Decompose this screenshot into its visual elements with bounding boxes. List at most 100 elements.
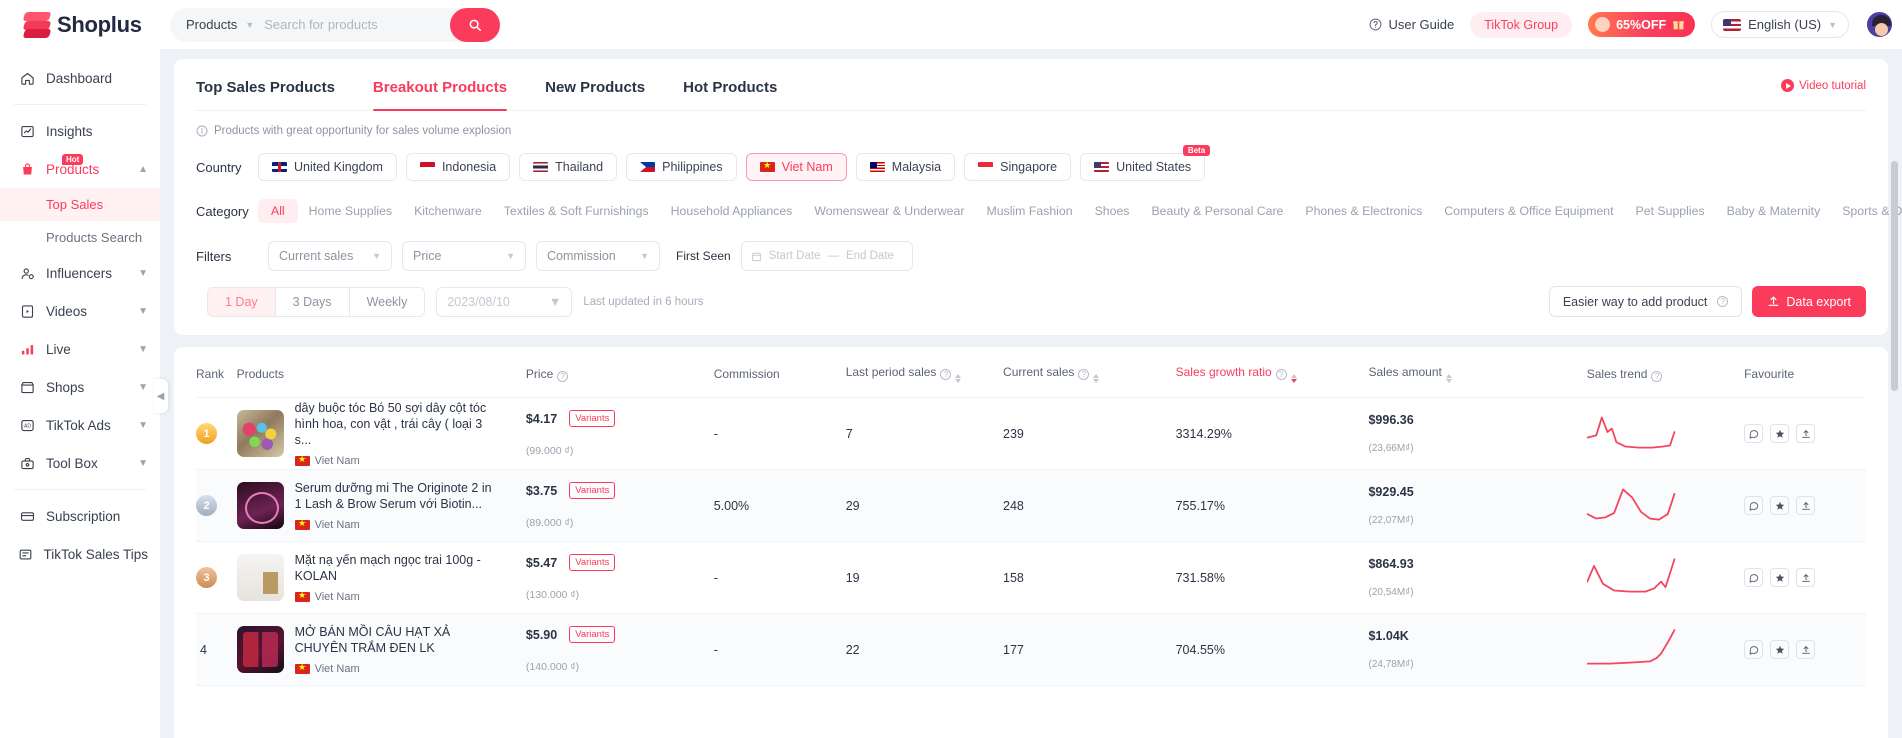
variants-button[interactable]: Variants [569,626,616,643]
category-item-shoes[interactable]: Shoes [1084,199,1141,223]
tab-hot-products[interactable]: Hot Products [683,59,777,110]
comment-icon[interactable] [1744,424,1764,443]
sidebar-item-tiktok-ads[interactable]: AD TikTok Ads ▼ [0,406,160,444]
tiktok-group-button[interactable]: TikTok Group [1470,11,1573,38]
sidebar-item-videos[interactable]: Videos ▼ [0,292,160,330]
sidebar-item-live[interactable]: Live ▼ [0,330,160,368]
product-thumbnail[interactable] [236,482,284,529]
question-circle-icon[interactable]: ? [1078,369,1090,380]
category-item-beauty-personal-care[interactable]: Beauty & Personal Care [1140,199,1294,223]
price-select[interactable]: Price ▼ [402,241,526,271]
easier-way-to-add-product-button[interactable]: Easier way to add product ? [1548,286,1743,317]
question-circle-icon[interactable]: ? [940,369,952,380]
category-item-womenswear-underwear[interactable]: Womenswear & Underwear [803,199,975,223]
category-item-computers-office-equipment[interactable]: Computers & Office Equipment [1433,199,1624,223]
period-weekly[interactable]: Weekly [350,288,425,316]
product-name[interactable]: Serum dưỡng mi The Originote 2 in 1 Lash… [295,480,500,512]
period-3-days[interactable]: 3 Days [276,287,350,316]
question-circle-icon[interactable]: ? [1651,370,1663,382]
download-icon[interactable] [1796,640,1816,659]
product-cell[interactable]: MỞ BÁN MỒI CÂU HẠT XẢ CHUYÊN TRẮM ĐEN LK… [236,624,526,675]
commission-select[interactable]: Commission ▼ [536,241,660,271]
sidebar-item-products-search[interactable]: Products Search [0,221,160,254]
tab-new-products[interactable]: New Products [545,59,645,110]
category-item-household-appliances[interactable]: Household Appliances [660,199,804,223]
data-export-button[interactable]: Data export [1752,286,1866,317]
star-icon[interactable] [1770,424,1790,443]
tab-breakout-products[interactable]: Breakout Products [372,59,508,111]
date-select[interactable]: 2023/08/10 ▼ [436,286,573,317]
sidebar-item-influencers[interactable]: Influencers ▼ [0,254,160,292]
product-name[interactable]: dây buộc tóc Bó 50 sợi dây cột tóc hình … [295,400,500,448]
first-seen-date-range[interactable]: Start Date — End Date [740,241,913,271]
sidebar-item-top-sales[interactable]: Top Sales [0,188,160,221]
download-icon[interactable] [1796,424,1816,443]
avatar[interactable] [1865,10,1894,39]
search-input[interactable] [264,17,430,32]
sidebar-item-tiktok-sales-tips[interactable]: TikTok Sales Tips [0,535,160,573]
period-1-day[interactable]: 1 Day [208,287,276,316]
search-category-label[interactable]: Products [186,17,237,32]
table-row[interactable]: 3 Mặt nạ yến mạch ngọc trai 100g - KOLAN… [196,541,1866,614]
search-button[interactable] [450,7,500,42]
sort-toggle[interactable] [955,374,962,383]
country-chip-philippines[interactable]: Philippines [626,153,737,181]
comment-icon[interactable] [1744,640,1764,659]
country-chip-malaysia[interactable]: Malaysia [855,153,956,181]
sidebar-item-subscription[interactable]: Subscription [0,497,160,535]
chevron-down-icon[interactable]: ▼ [245,20,254,30]
sort-toggle[interactable] [1093,374,1100,383]
variants-button[interactable]: Variants [569,410,616,427]
language-selector[interactable]: English (US) ▼ [1711,11,1849,38]
current-sales-select[interactable]: Current sales ▼ [268,241,392,271]
category-item-all[interactable]: All [258,199,298,223]
question-circle-icon[interactable]: ? [557,370,569,382]
country-chip-united-states[interactable]: United States Beta [1080,145,1211,181]
comment-icon[interactable] [1744,496,1764,515]
col-sales-amount[interactable]: Sales amount [1368,347,1587,398]
sort-toggle-active[interactable] [1290,374,1297,383]
col-sales-growth-ratio[interactable]: Sales growth ratio? [1175,347,1369,398]
table-row[interactable]: 4 MỞ BÁN MỒI CÂU HẠT XẢ CHUYÊN TRẮM ĐEN … [196,613,1866,686]
user-guide-button[interactable]: User Guide [1369,17,1454,32]
category-item-muslim-fashion[interactable]: Muslim Fashion [975,199,1083,223]
tab-top-sales-products[interactable]: Top Sales Products [196,59,335,110]
category-item-home-supplies[interactable]: Home Supplies [298,199,403,223]
product-thumbnail[interactable] [236,554,284,601]
question-circle-icon[interactable]: ? [1275,369,1287,380]
sidebar-item-tool-box[interactable]: Tool Box ▼ [0,444,160,482]
end-date-input[interactable]: End Date [846,250,894,262]
variants-button[interactable]: Variants [569,482,616,499]
product-thumbnail[interactable] [236,626,284,673]
page-scrollbar-thumb[interactable] [1891,161,1898,391]
sidebar-collapse-handle[interactable]: ◀ [153,379,168,413]
sidebar-item-insights[interactable]: Insights [0,112,160,150]
sidebar-item-dashboard[interactable]: Dashboard [0,59,160,97]
category-item-phones-electronics[interactable]: Phones & Electronics [1294,199,1433,223]
product-cell[interactable]: Mặt nạ yến mạch ngọc trai 100g - KOLAN V… [236,552,526,603]
table-row[interactable]: 2 Serum dưỡng mi The Originote 2 in 1 La… [196,469,1866,542]
product-name[interactable]: Mặt nạ yến mạch ngọc trai 100g - KOLAN [295,552,500,584]
product-name[interactable]: MỞ BÁN MỒI CÂU HẠT XẢ CHUYÊN TRẮM ĐEN LK [295,624,500,656]
page-scrollbar-track[interactable] [1891,101,1900,734]
promo-banner[interactable]: 65%OFF [1588,12,1696,37]
video-tutorial-button[interactable]: Video tutorial [1781,79,1866,92]
category-item-textiles-soft-furnishings[interactable]: Textiles & Soft Furnishings [493,199,660,223]
star-icon[interactable] [1770,568,1790,587]
logo[interactable]: Shoplus [0,11,160,38]
category-item-baby-maternity[interactable]: Baby & Maternity [1716,199,1832,223]
country-chip-viet-nam[interactable]: Viet Nam [745,153,847,181]
sidebar-item-shops[interactable]: Shops ▼ [0,368,160,406]
country-chip-indonesia[interactable]: Indonesia [405,153,511,181]
variants-button[interactable]: Variants [569,554,616,571]
start-date-input[interactable]: Start Date [769,250,821,262]
category-item-kitchenware[interactable]: Kitchenware [403,199,493,223]
table-row[interactable]: 1 dây buộc tóc Bó 50 sợi dây cột tóc hìn… [196,397,1866,470]
product-cell[interactable]: dây buộc tóc Bó 50 sợi dây cột tóc hình … [236,400,526,467]
product-cell[interactable]: Serum dưỡng mi The Originote 2 in 1 Lash… [236,480,526,531]
sidebar-item-products[interactable]: Products Hot ▲ [0,150,160,188]
country-chip-united-kingdom[interactable]: United Kingdom [258,153,397,181]
product-thumbnail[interactable] [236,410,284,457]
country-chip-thailand[interactable]: Thailand [519,153,618,181]
star-icon[interactable] [1770,496,1790,515]
